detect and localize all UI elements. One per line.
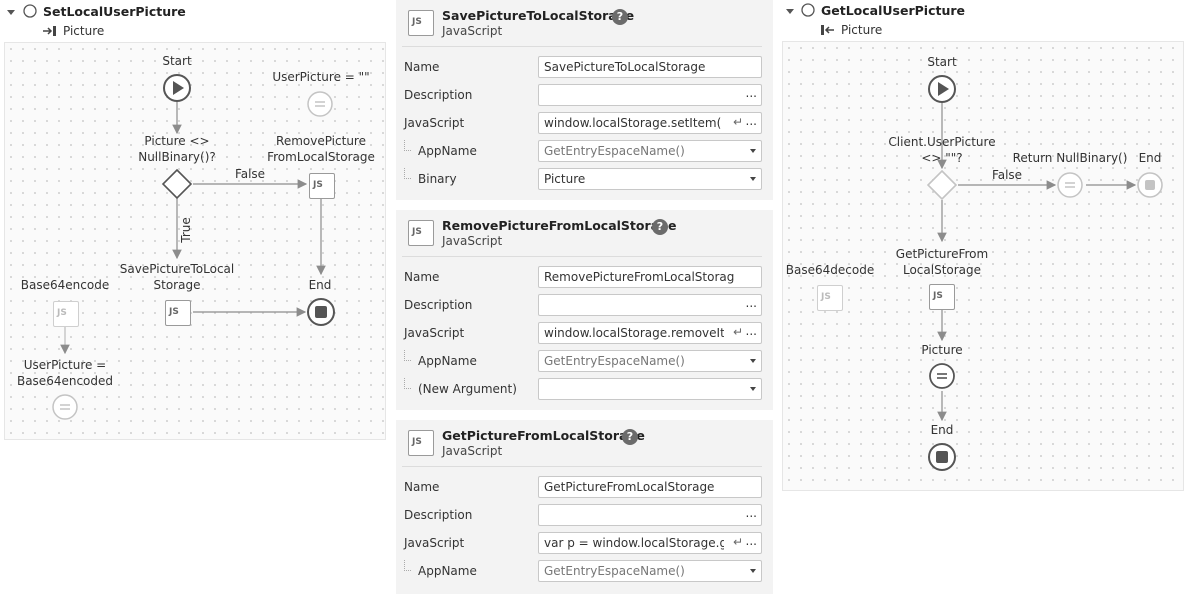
start-icon[interactable] bbox=[927, 74, 957, 104]
start-label: Start bbox=[927, 55, 957, 69]
end-icon[interactable] bbox=[927, 442, 957, 472]
if-label: Client.UserPicture <> ""? bbox=[888, 135, 996, 165]
end-label: End bbox=[1138, 151, 1162, 165]
return-label: Return NullBinary() bbox=[1012, 151, 1128, 165]
end-icon[interactable] bbox=[1136, 171, 1164, 199]
assign-picture-label: Picture bbox=[921, 343, 963, 357]
js-icon[interactable]: JS bbox=[817, 285, 843, 311]
get-picture-label: GetPictureFrom LocalStorage bbox=[895, 247, 989, 277]
false-label: False bbox=[991, 168, 1023, 182]
js-icon[interactable]: JS bbox=[929, 284, 955, 310]
assign-icon[interactable] bbox=[928, 362, 956, 390]
end-label: End bbox=[930, 423, 954, 437]
base64decode-label: Base64decode bbox=[785, 263, 875, 277]
assign-icon[interactable] bbox=[1056, 171, 1084, 199]
if-diamond-icon[interactable] bbox=[925, 169, 959, 201]
flow-connectors bbox=[937, 103, 1137, 422]
